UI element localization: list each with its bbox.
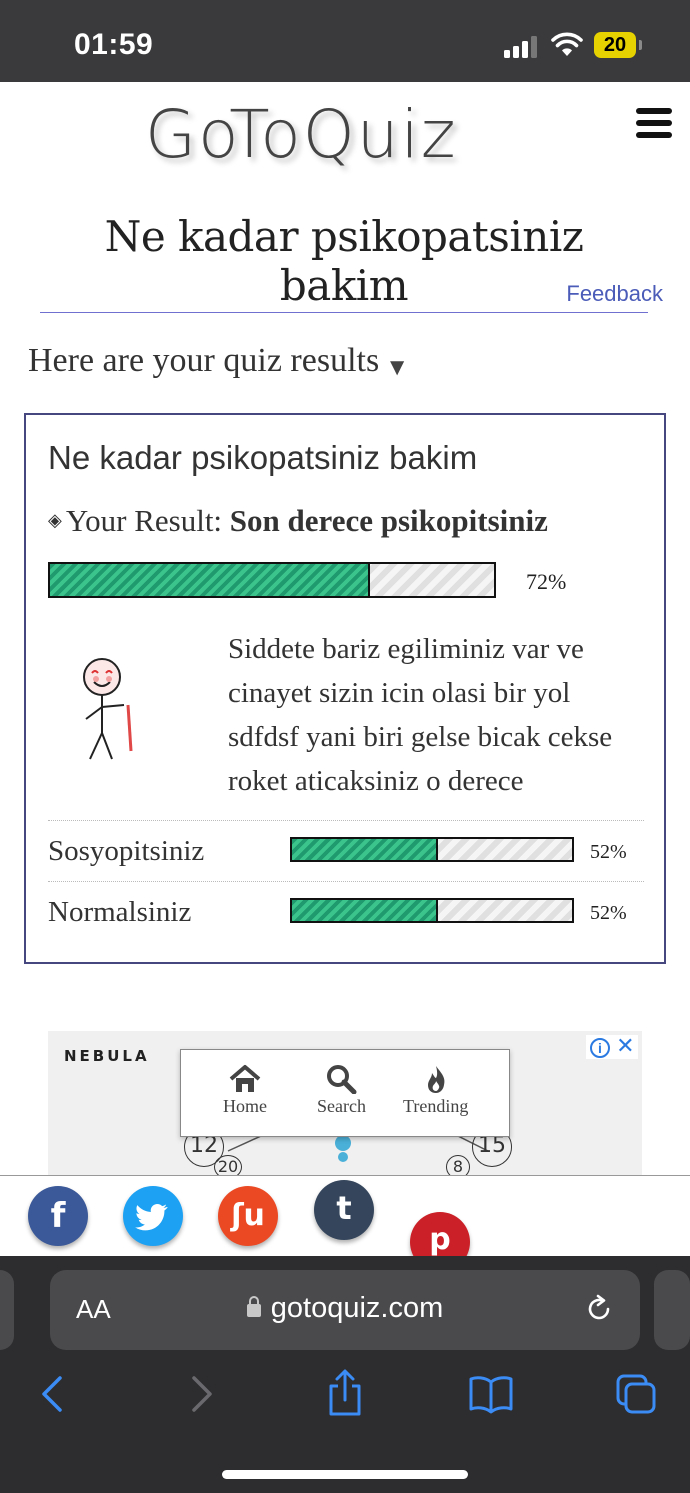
info-icon[interactable]: i xyxy=(590,1038,610,1058)
previous-tab-pill[interactable] xyxy=(0,1270,14,1350)
tumblr-icon: t xyxy=(336,1189,352,1227)
results-heading-text: Here are your quiz results xyxy=(28,342,380,379)
other-result-bar xyxy=(290,898,574,923)
ad-brand: NEBULA xyxy=(64,1047,150,1065)
forward-icon[interactable] xyxy=(188,1374,216,1414)
lock-icon xyxy=(246,1296,261,1317)
flame-icon xyxy=(427,1066,445,1093)
divider xyxy=(48,820,644,821)
share-icon[interactable] xyxy=(326,1368,364,1418)
result-name: Son derece psikopitsiniz xyxy=(229,503,548,538)
home-icon xyxy=(229,1065,261,1092)
other-result-percent: 52% xyxy=(590,841,627,863)
card-title: Ne kadar psikopatsiniz bakim xyxy=(48,439,478,476)
nav-home[interactable]: Home xyxy=(223,1064,267,1117)
reload-icon[interactable] xyxy=(584,1294,614,1324)
nav-search-label: Search xyxy=(317,1096,366,1116)
triangle-down-icon: ▼ xyxy=(385,355,409,381)
other-result-percent: 52% xyxy=(590,902,627,924)
tumblr-share-button[interactable]: t xyxy=(314,1180,374,1240)
results-heading[interactable]: Here are your quiz results ▼ xyxy=(28,342,409,382)
ad-number: 8 xyxy=(446,1155,470,1175)
result-progress-bar xyxy=(48,562,496,598)
other-result-bar xyxy=(290,837,574,862)
ad-choices-badge[interactable]: i ✕ xyxy=(586,1035,638,1059)
next-tab-pill[interactable] xyxy=(654,1270,690,1350)
stumbleupon-icon: ʃu xyxy=(231,1198,265,1233)
status-bar: 01:59 20 xyxy=(0,0,690,82)
close-icon[interactable]: ✕ xyxy=(616,1033,634,1058)
browser-toolbar: AA gotoquiz.com xyxy=(0,1256,690,1493)
cellular-signal-icon xyxy=(504,34,540,58)
home-indicator xyxy=(222,1470,468,1479)
share-bar: f ʃu t p xyxy=(0,1175,690,1257)
tabs-icon[interactable] xyxy=(614,1372,658,1416)
other-result-label: Normalsiniz xyxy=(48,896,192,928)
pinterest-icon: p xyxy=(429,1222,451,1257)
back-icon[interactable] xyxy=(38,1374,66,1414)
other-result-fill xyxy=(292,900,438,921)
nav-trending[interactable]: Trending xyxy=(403,1064,468,1117)
result-percent: 72% xyxy=(526,569,567,594)
facebook-share-button[interactable]: f xyxy=(28,1186,88,1246)
stick-figure-illustration xyxy=(83,658,133,760)
result-card: Ne kadar psikopatsiniz bakim ◈ Your Resul… xyxy=(24,413,666,964)
url-display[interactable]: gotoquiz.com xyxy=(50,1292,640,1325)
hamburger-icon[interactable] xyxy=(636,108,672,138)
quiz-title[interactable]: Ne kadar psikopatsiniz bakim xyxy=(40,212,648,313)
search-icon xyxy=(327,1065,357,1094)
site-logo[interactable]: GoToQuiz xyxy=(145,96,458,173)
divider xyxy=(48,881,644,882)
url-text: gotoquiz.com xyxy=(270,1292,444,1324)
quick-nav-popup: Home Search Trending xyxy=(180,1049,510,1137)
other-result-fill xyxy=(292,839,438,860)
other-result-label: Sosyopitsiniz xyxy=(48,835,205,867)
status-time: 01:59 xyxy=(74,28,154,61)
bookmarks-icon[interactable] xyxy=(468,1374,514,1414)
battery-indicator: 20 xyxy=(594,32,642,58)
diamond-icon: ◈ xyxy=(48,510,62,530)
nav-trending-label: Trending xyxy=(403,1096,469,1116)
nav-search[interactable]: Search xyxy=(317,1064,366,1117)
facebook-icon: f xyxy=(50,1196,66,1236)
twitter-icon xyxy=(135,1203,168,1231)
address-bar[interactable]: AA gotoquiz.com xyxy=(50,1270,640,1350)
stumbleupon-share-button[interactable]: ʃu xyxy=(218,1186,278,1246)
twitter-share-button[interactable] xyxy=(123,1186,183,1246)
your-result-label: Your Result: xyxy=(65,503,223,538)
result-description: Siddete bariz egiliminiz var ve cinayet … xyxy=(228,633,613,797)
feedback-link[interactable]: Feedback xyxy=(566,281,663,307)
result-progress-fill xyxy=(50,564,370,596)
your-result: ◈ Your Result: Son derece psikopitsiniz xyxy=(48,503,548,539)
ad-number: 20 xyxy=(214,1155,242,1175)
nav-home-label: Home xyxy=(223,1096,267,1116)
pinterest-share-button[interactable]: p xyxy=(410,1212,470,1257)
wifi-icon xyxy=(551,32,583,56)
